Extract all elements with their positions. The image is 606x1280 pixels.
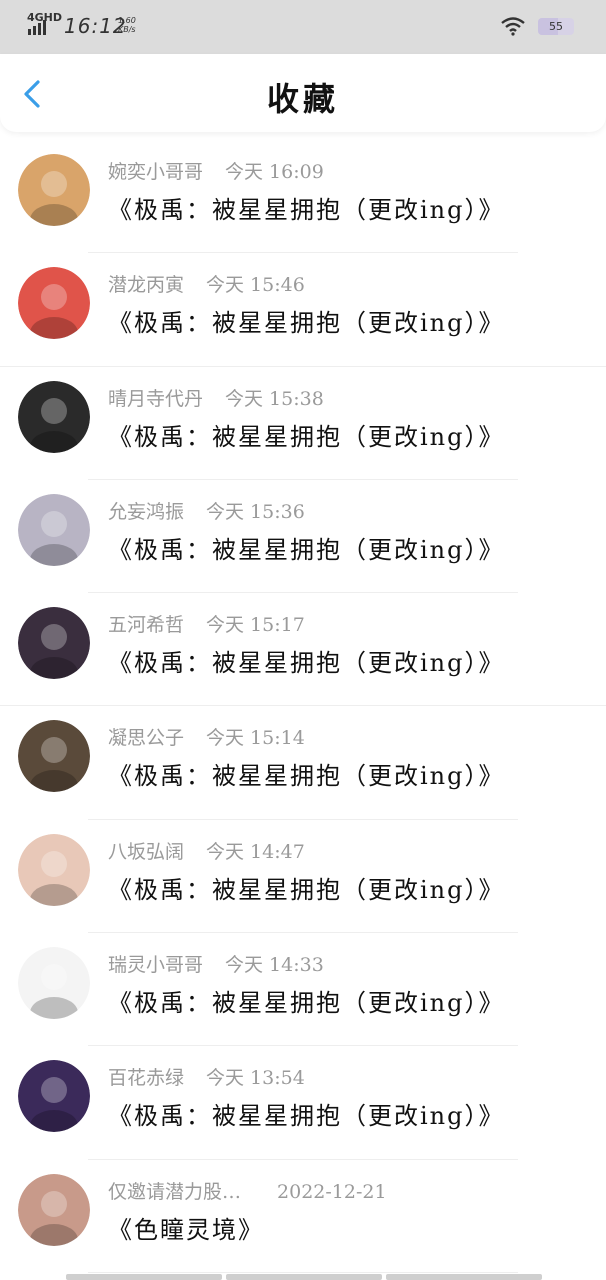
item-meta: 瑞灵小哥哥 今天 14:33 [108,950,324,977]
list-item[interactable]: 潜龙丙寅 今天 15:46 《极禹：被星星拥抱（更改ing）》 [0,253,606,367]
post-title[interactable]: 《极禹：被星星拥抱（更改ing）》 [108,417,505,452]
timestamp: 今天 13:54 [206,1067,305,1090]
list-item[interactable]: 八坂弘阔 今天 14:47 《极禹：被星星拥抱（更改ing）》 [0,820,606,934]
avatar[interactable] [18,833,90,906]
bottom-bar-segment [226,1274,382,1280]
item-meta: 允妄鸿振 今天 15:36 [108,497,305,524]
timestamp: 今天 15:14 [206,727,305,750]
timestamp: 今天 15:36 [206,500,305,523]
item-meta: 五河希哲 今天 15:17 [108,610,305,637]
status-bar: 4GHD 16:12 1.60 KB/s 55 [0,0,606,54]
header-bar: 收藏 [0,54,606,132]
list-item[interactable]: 五河希哲 今天 15:17 《极禹：被星星拥抱（更改ing）》 [0,593,606,707]
timestamp: 今天 14:33 [225,954,324,977]
timestamp: 今天 15:46 [206,274,305,297]
post-title[interactable]: 《极禹：被星星拥抱（更改ing）》 [108,530,505,565]
item-meta: 婉奕小哥哥 今天 16:09 [108,157,324,184]
post-title[interactable]: 《极禹：被星星拥抱（更改ing）》 [108,190,505,225]
list-item[interactable]: 允妄鸿振 今天 15:36 《极禹：被星星拥抱（更改ing）》 [0,480,606,594]
bottom-tab-hint [66,1274,542,1280]
battery-level: 55 [549,20,563,33]
timestamp: 今天 15:38 [225,387,324,410]
battery-indicator: 55 [538,18,574,35]
username[interactable]: 仅邀请潜力股… [108,1181,241,1203]
item-meta: 八坂弘阔 今天 14:47 [108,837,305,864]
timestamp: 今天 14:47 [206,840,305,863]
avatar[interactable] [18,154,90,226]
avatar[interactable] [18,1173,90,1246]
avatar[interactable] [18,1060,90,1133]
username[interactable]: 百花赤绿 [108,1067,184,1089]
bottom-bar-segment [66,1274,222,1280]
username[interactable]: 五河希哲 [108,614,184,636]
username[interactable]: 八坂弘阔 [108,841,184,863]
username[interactable]: 婉奕小哥哥 [108,161,203,183]
list-item[interactable]: 仅邀请潜力股… 2022-12-21 《色瞳灵境》 [0,1160,606,1274]
speed-value: 1.60 [118,16,136,25]
username[interactable]: 凝思公子 [108,727,184,749]
item-meta: 晴月寺代丹 今天 15:38 [108,384,324,411]
avatar[interactable] [18,380,90,453]
avatar[interactable] [18,267,90,340]
list-item[interactable]: 百花赤绿 今天 13:54 《极禹：被星星拥抱（更改ing）》 [0,1046,606,1160]
avatar[interactable] [18,493,90,566]
item-meta: 凝思公子 今天 15:14 [108,723,305,750]
username[interactable]: 晴月寺代丹 [108,388,203,410]
list-item[interactable]: 凝思公子 今天 15:14 《极禹：被星星拥抱（更改ing）》 [0,706,606,821]
network-type: 4GHD [27,11,63,24]
avatar[interactable] [18,720,90,793]
list-item[interactable]: 婉奕小哥哥 今天 16:09 《极禹：被星星拥抱（更改ing）》 [0,140,606,254]
username[interactable]: 潜龙丙寅 [108,274,184,296]
timestamp: 2022-12-21 [277,1180,387,1203]
item-meta: 潜龙丙寅 今天 15:46 [108,270,305,297]
favorites-list: 婉奕小哥哥 今天 16:09 《极禹：被星星拥抱（更改ing）》 潜龙丙寅 今天 15:… [0,140,606,1274]
post-title[interactable]: 《色瞳灵境》 [108,1210,264,1245]
list-item[interactable]: 晴月寺代丹 今天 15:38 《极禹：被星星拥抱（更改ing）》 [0,367,606,481]
timestamp: 今天 15:17 [206,614,305,637]
wifi-icon [501,17,525,36]
username[interactable]: 瑞灵小哥哥 [108,954,203,976]
list-item[interactable]: 瑞灵小哥哥 今天 14:33 《极禹：被星星拥抱（更改ing）》 [0,933,606,1047]
post-title[interactable]: 《极禹：被星星拥抱（更改ing）》 [108,643,505,678]
page-title: 收藏 [266,80,339,118]
post-title[interactable]: 《极禹：被星星拥抱（更改ing）》 [108,1096,505,1131]
item-meta: 百花赤绿 今天 13:54 [108,1063,305,1090]
network-speed: 1.60 KB/s [118,16,136,34]
post-title[interactable]: 《极禹：被星星拥抱（更改ing）》 [108,870,505,905]
post-title[interactable]: 《极禹：被星星拥抱（更改ing）》 [108,983,505,1018]
timestamp: 今天 16:09 [225,161,324,183]
post-title[interactable]: 《极禹：被星星拥抱（更改ing）》 [108,303,505,338]
username[interactable]: 允妄鸿振 [108,501,184,523]
item-meta: 仅邀请潜力股… 2022-12-21 [108,1177,387,1204]
speed-unit: KB/s [118,25,136,34]
post-title[interactable]: 《极禹：被星星拥抱（更改ing）》 [108,756,505,791]
bottom-bar-segment [386,1274,542,1280]
avatar[interactable] [18,947,90,1020]
avatar[interactable] [18,607,90,680]
